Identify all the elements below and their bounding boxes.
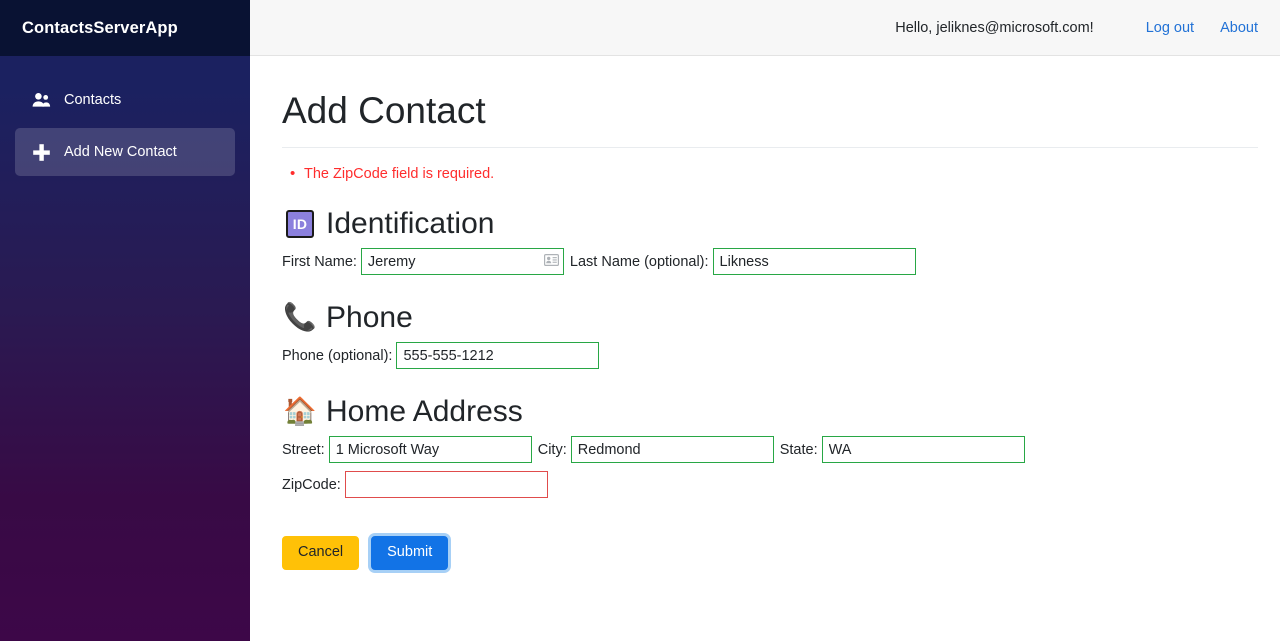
street-input[interactable] bbox=[328, 436, 532, 464]
about-link[interactable]: About bbox=[1220, 20, 1258, 36]
section-title: Identification bbox=[326, 207, 495, 241]
sidebar-item-label: Add New Contact bbox=[64, 143, 177, 160]
state-group: State: bbox=[779, 436, 1025, 464]
logout-link[interactable]: Log out bbox=[1146, 20, 1194, 36]
sidebar-item-add-new-contact[interactable]: Add New Contact bbox=[15, 128, 235, 176]
sidebar-item-contacts[interactable]: Contacts bbox=[15, 78, 235, 122]
zipcode-fields-row: ZipCode: bbox=[282, 471, 1258, 499]
street-group: Street: bbox=[282, 436, 532, 464]
city-label: City: bbox=[537, 441, 567, 458]
house-icon: 🏠 bbox=[282, 398, 318, 425]
submit-button[interactable]: Submit bbox=[371, 536, 449, 570]
telephone-receiver-icon: 📞 bbox=[282, 304, 318, 331]
house-glyph: 🏠 bbox=[283, 396, 317, 427]
validation-summary: The ZipCode field is required. bbox=[282, 163, 1258, 186]
id-badge-icon: ID bbox=[282, 209, 318, 238]
phone-fields-row: Phone (optional): bbox=[282, 342, 1258, 370]
section-header: 🏠 Home Address bbox=[282, 395, 1258, 428]
state-input[interactable] bbox=[821, 436, 1025, 464]
zipcode-input[interactable] bbox=[344, 471, 548, 499]
last-name-group: Last Name (optional): bbox=[569, 248, 916, 276]
section-header: ID Identification bbox=[282, 207, 1258, 240]
first-name-input[interactable] bbox=[360, 248, 564, 276]
state-label: State: bbox=[779, 441, 818, 458]
section-phone: 📞 Phone Phone (optional): bbox=[282, 301, 1258, 370]
app-root: ContactsServerApp Contacts Add New Conta… bbox=[0, 0, 1280, 641]
cancel-button[interactable]: Cancel bbox=[282, 536, 360, 570]
phone-input[interactable] bbox=[396, 342, 600, 370]
brand-title: ContactsServerApp bbox=[22, 18, 178, 37]
section-identification: ID Identification First Name: Jeremy Las… bbox=[282, 207, 1258, 276]
validation-error-item: The ZipCode field is required. bbox=[290, 163, 1258, 186]
form-actions: Cancel Submit bbox=[282, 536, 1258, 570]
zipcode-label: ZipCode: bbox=[282, 476, 341, 493]
city-group: City: bbox=[537, 436, 774, 464]
title-divider bbox=[282, 146, 1258, 148]
city-input[interactable] bbox=[570, 436, 774, 464]
telephone-receiver-glyph: 📞 bbox=[283, 302, 317, 333]
sidebar: ContactsServerApp Contacts Add New Conta… bbox=[0, 0, 250, 641]
first-name-input-wrap bbox=[360, 248, 564, 276]
section-title: Phone bbox=[326, 301, 413, 335]
top-bar: Hello, jeliknes@microsoft.com! Log out A… bbox=[250, 0, 1280, 56]
sidebar-nav: Contacts Add New Contact bbox=[0, 56, 250, 176]
phone-label: Phone (optional): bbox=[282, 347, 393, 364]
first-name-label: First Name: bbox=[282, 253, 357, 270]
last-name-label: Last Name (optional): bbox=[569, 253, 709, 270]
section-home-address: 🏠 Home Address Street: City: State: bbox=[282, 395, 1258, 499]
id-badge-text: ID bbox=[286, 209, 314, 238]
last-name-input[interactable] bbox=[712, 248, 916, 276]
section-header: 📞 Phone bbox=[282, 301, 1258, 334]
first-name-group: First Name: bbox=[282, 248, 564, 276]
people-icon bbox=[28, 92, 54, 108]
phone-group: Phone (optional): bbox=[282, 342, 600, 370]
sidebar-brand[interactable]: ContactsServerApp bbox=[0, 0, 250, 56]
page-content: Add Contact The ZipCode field is require… bbox=[250, 56, 1280, 570]
street-label: Street: bbox=[282, 441, 325, 458]
main-area: Hello, jeliknes@microsoft.com! Log out A… bbox=[250, 0, 1280, 641]
section-title: Home Address bbox=[326, 395, 523, 429]
plus-icon bbox=[28, 143, 54, 162]
identification-fields-row: First Name: Jeremy Last Name (optional):… bbox=[282, 248, 1258, 276]
address-fields-row: Street: City: State: bbox=[282, 436, 1258, 464]
greeting-text: Hello, jeliknes@microsoft.com! bbox=[895, 19, 1094, 36]
page-title: Add Contact bbox=[282, 90, 486, 131]
sidebar-item-label: Contacts bbox=[64, 91, 122, 108]
zipcode-group: ZipCode: bbox=[282, 471, 548, 499]
